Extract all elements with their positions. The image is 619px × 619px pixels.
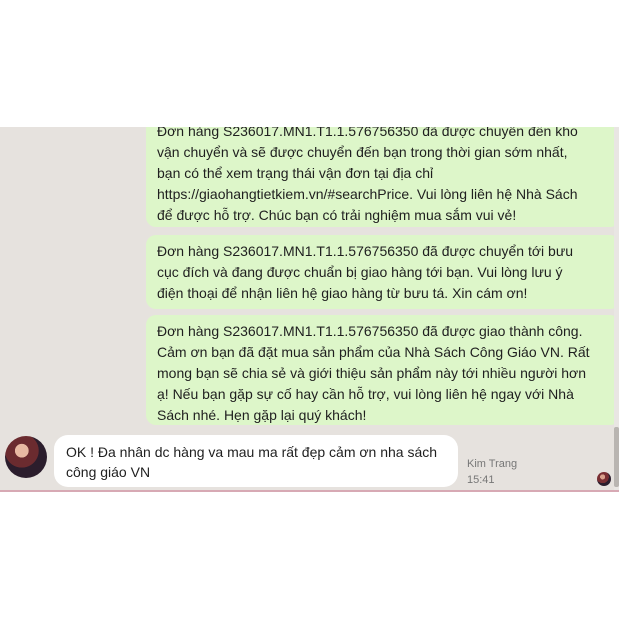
message-line: Cảm ơn bạn đã đặt mua sản phẩm của Nhà S… [157,344,590,360]
message-line: bạn có thể xem trạng thái vận đơn tại đị… [157,165,434,181]
message-line: https://giaohangtietkiem.vn/#searchPrice… [157,186,578,202]
message-bubble-delivered[interactable]: Đơn hàng S236017.MN1.T1.1.576756350 đã đ… [146,315,619,425]
divider [0,490,619,492]
message-line: mong bạn sẽ chia sẻ và giới thiệu sản ph… [157,365,587,381]
message-line: điện thoại để nhận liên hệ giao hàng từ … [157,285,528,301]
message-line: OK ! Đa nhân dc hàng va mau ma rất đẹp c… [66,444,438,460]
message-bubble-shipping[interactable]: Đơn hàng S236017.MN1.T1.1.576756350 đã đ… [146,127,619,227]
message-bubble-delivery-hub[interactable]: Đơn hàng S236017.MN1.T1.1.576756350 đã đ… [146,235,619,309]
message-line: Đơn hàng S236017.MN1.T1.1.576756350 đã đ… [157,127,578,139]
chat-window: Đơn hàng S236017.MN1.T1.1.576756350 đã đ… [0,127,619,492]
message-line: công giáo VN [66,464,151,480]
message-line: Đơn hàng S236017.MN1.T1.1.576756350 đã đ… [157,323,583,339]
incoming-message-bubble[interactable]: OK ! Đa nhân dc hàng va mau ma rất đẹp c… [54,435,458,487]
sender-name: Kim Trang [467,458,518,470]
scrollbar[interactable] [614,127,619,492]
message-time: 15:41 [467,474,495,486]
message-line: cục đích và đang được chuẩn bị giao hàng… [157,264,563,280]
message-line: ạ! Nếu bạn gặp sự cố hay cần hỗ trợ, vui… [157,386,574,402]
message-line: vận chuyển và sẽ được chuyển đến bạn tro… [157,144,568,160]
message-line: để được hỗ trợ. Chúc bạn có trải nghiệm … [157,207,517,223]
message-line: Đơn hàng S236017.MN1.T1.1.576756350 đã đ… [157,243,574,259]
message-line: Sách nhé. Hẹn gặp lại quý khách! [157,407,367,423]
scrollbar-thumb[interactable] [614,427,619,487]
sender-avatar[interactable] [5,436,47,478]
seen-avatar [597,472,611,486]
